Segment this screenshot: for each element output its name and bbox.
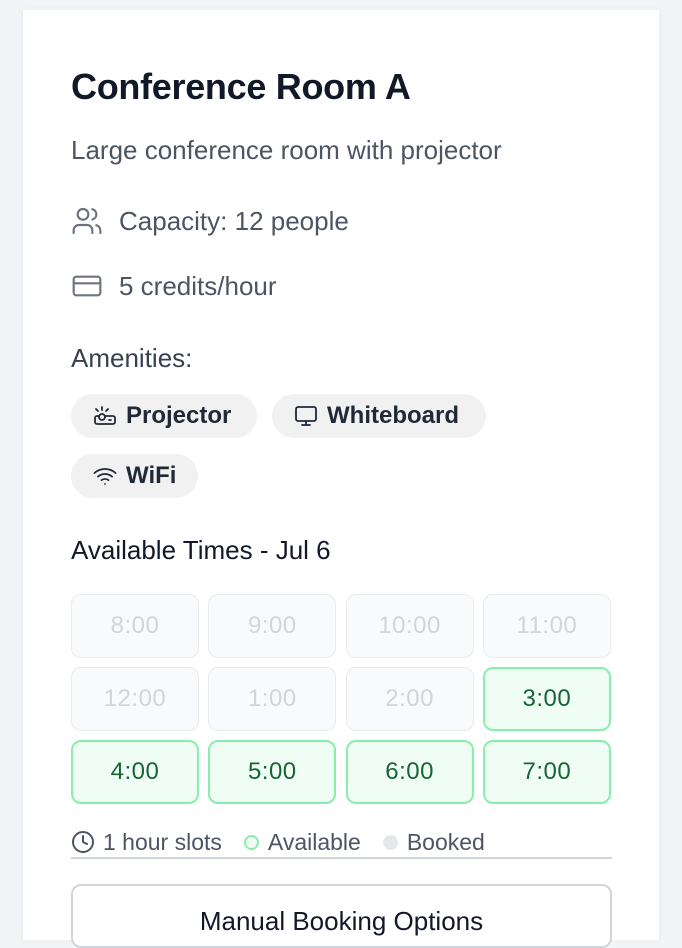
amenity-chip-projector: Projector	[71, 394, 257, 438]
amenity-chip-wifi: WiFi	[71, 454, 198, 498]
time-slot-10: 10:00	[345, 594, 474, 658]
time-slot-3[interactable]: 3:00	[482, 667, 611, 731]
time-slot-6[interactable]: 6:00	[345, 740, 474, 804]
credits-text: 5 credits/hour	[119, 270, 277, 301]
available-times-title: Available Times - Jul 6	[71, 535, 331, 565]
amenity-chip-whiteboard: Whiteboard	[272, 394, 486, 438]
booked-dot	[382, 834, 398, 850]
monitor-icon	[294, 404, 318, 428]
users-icon	[71, 205, 103, 237]
time-slot-8: 8:00	[71, 594, 199, 658]
capacity-text: Capacity: 12 people	[119, 205, 349, 236]
page-background	[22, 0, 660, 10]
slot-legend: 1 hour slots Available Booked	[71, 827, 612, 859]
amenity-label: Whiteboard	[327, 402, 459, 429]
room-card: Conference Room A Large conference room …	[22, 10, 660, 948]
wifi-icon	[93, 464, 117, 488]
projector-icon	[93, 404, 117, 428]
time-slot-2: 2:00	[345, 667, 474, 731]
room-description: Large conference room with projector	[71, 135, 502, 165]
amenities-label: Amenities:	[71, 343, 193, 373]
time-slot-11: 11:00	[482, 594, 611, 658]
time-slot-4[interactable]: 4:00	[71, 740, 199, 804]
legend-available: Available	[267, 828, 361, 855]
slot-length-text: 1 hour slots	[103, 828, 222, 855]
time-slot-9: 9:00	[208, 594, 337, 658]
room-title: Conference Room A	[71, 66, 411, 107]
manual-booking-button[interactable]: Manual Booking Options	[71, 884, 612, 948]
available-dot	[243, 834, 259, 850]
credits-row: 5 credits/hour	[71, 270, 277, 302]
clock-icon	[71, 830, 95, 854]
credit-card-icon	[71, 270, 103, 302]
legend-booked: Booked	[406, 828, 485, 855]
time-slot-1: 1:00	[208, 667, 337, 731]
time-slot-5[interactable]: 5:00	[208, 740, 337, 804]
time-slot-grid: 8:00 9:00 10:00 11:00 12:00 1:00 2:00 3:…	[71, 594, 612, 804]
capacity-row: Capacity: 12 people	[71, 205, 349, 237]
time-slot-7[interactable]: 7:00	[482, 740, 611, 804]
time-slot-12: 12:00	[71, 667, 199, 731]
amenity-label: Projector	[126, 402, 232, 429]
amenity-label: WiFi	[126, 462, 177, 489]
